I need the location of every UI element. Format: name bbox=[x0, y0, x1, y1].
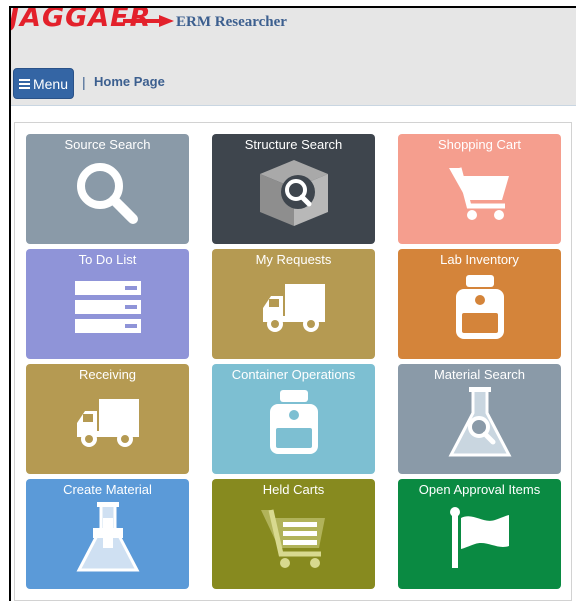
flag-icon bbox=[449, 507, 509, 568]
tile-label: Container Operations bbox=[231, 367, 356, 382]
list-cart-icon bbox=[260, 509, 325, 568]
tile-container-operations[interactable]: Container Operations bbox=[212, 364, 375, 474]
search-icon bbox=[76, 163, 138, 224]
tile-lab-inventory[interactable]: Lab Inventory bbox=[398, 249, 561, 359]
flask-search-icon bbox=[448, 387, 511, 457]
tile-my-requests[interactable]: My Requests bbox=[212, 249, 375, 359]
tile-label: My Requests bbox=[255, 252, 332, 267]
tile-label: To Do List bbox=[78, 252, 137, 267]
bottle-icon bbox=[269, 390, 318, 454]
tile-material-search[interactable]: Material Search bbox=[398, 364, 561, 474]
tile-label: Material Search bbox=[433, 367, 526, 382]
menu-button[interactable]: Menu bbox=[13, 68, 74, 99]
flask-plus-icon bbox=[76, 502, 139, 572]
breadcrumb-home[interactable]: Home Page bbox=[94, 74, 165, 89]
shopping-cart-icon bbox=[448, 167, 509, 220]
tile-label: Shopping Cart bbox=[437, 137, 522, 152]
truck-icon bbox=[76, 399, 139, 447]
tile-label: Lab Inventory bbox=[440, 252, 519, 267]
tile-label: Held Carts bbox=[262, 482, 325, 497]
tile-label: Receiving bbox=[78, 367, 137, 382]
app-window: JAGGAER ERM Researcher Menu | Home Page … bbox=[9, 6, 576, 601]
app-title: ERM Researcher bbox=[176, 14, 287, 30]
menu-label: Menu bbox=[32, 75, 69, 92]
tile-label: Create Material bbox=[63, 482, 152, 497]
truck-icon bbox=[262, 284, 325, 332]
tile-panel: Source Search Structure Search Shopping … bbox=[14, 122, 572, 601]
tile-structure-search[interactable]: Structure Search bbox=[212, 134, 375, 244]
logo-arrow-icon bbox=[123, 15, 174, 27]
tile-label: Source Search bbox=[64, 137, 151, 152]
breadcrumb-separator: | bbox=[82, 74, 86, 90]
tile-create-material[interactable]: Create Material bbox=[26, 479, 189, 589]
tile-shopping-cart[interactable]: Shopping Cart bbox=[398, 134, 561, 244]
jaggaer-logo[interactable]: JAGGAER bbox=[11, 8, 176, 34]
tile-to-do-list[interactable]: To Do List bbox=[26, 249, 189, 359]
tile-open-approval-items[interactable]: Open Approval Items bbox=[398, 479, 561, 589]
tile-held-carts[interactable]: Held Carts bbox=[212, 479, 375, 589]
hamburger-icon bbox=[18, 77, 30, 91]
tile-label: Open Approval Items bbox=[418, 482, 541, 497]
tile-source-search[interactable]: Source Search bbox=[26, 134, 189, 244]
header-bar: JAGGAER ERM Researcher Menu | Home Page bbox=[11, 8, 576, 106]
box-search-icon bbox=[259, 160, 328, 226]
tile-receiving[interactable]: Receiving bbox=[26, 364, 189, 474]
tile-label: Structure Search bbox=[244, 137, 343, 152]
list-icon bbox=[74, 281, 141, 333]
bottle-icon bbox=[455, 275, 504, 339]
